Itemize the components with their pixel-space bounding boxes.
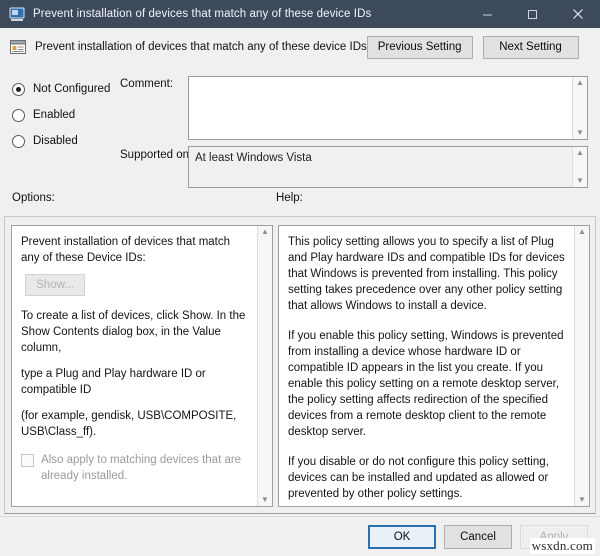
scroll-down-icon[interactable]: ▼: [576, 177, 584, 185]
scroll-up-icon[interactable]: ▲: [576, 79, 584, 87]
watermark: wsxdn.com: [529, 538, 595, 554]
also-apply-checkbox-row[interactable]: Also apply to matching devices that are …: [21, 452, 249, 484]
close-icon[interactable]: [555, 0, 600, 28]
options-panel-scrollbar[interactable]: ▲ ▼: [257, 226, 272, 506]
scroll-up-icon[interactable]: ▲: [576, 149, 584, 157]
options-panel-body: Prevent installation of devices that mat…: [12, 226, 257, 506]
options-instruction-1: To create a list of devices, click Show.…: [21, 310, 246, 354]
setting-header: Prevent installation of devices that mat…: [0, 28, 600, 66]
previous-setting-button[interactable]: Previous Setting: [366, 35, 473, 59]
supported-on-value: At least Windows Vista: [195, 152, 312, 164]
checkbox-indicator-icon: [21, 454, 34, 467]
scroll-down-icon[interactable]: ▼: [261, 496, 269, 504]
next-setting-button[interactable]: Next Setting: [482, 35, 579, 59]
options-heading: Prevent installation of devices that mat…: [21, 236, 231, 264]
help-panel-body[interactable]: This policy setting allows you to specif…: [279, 226, 574, 506]
maximize-icon[interactable]: [510, 0, 555, 28]
radio-indicator-icon: [12, 134, 25, 148]
panels-container: Prevent installation of devices that mat…: [4, 216, 596, 514]
radio-label-not-configured: Not Configured: [33, 83, 111, 95]
supported-on-scrollbar[interactable]: ▲ ▼: [572, 147, 587, 187]
ok-button[interactable]: OK: [368, 525, 436, 549]
comment-value[interactable]: [189, 77, 572, 139]
scroll-up-icon[interactable]: ▲: [578, 228, 586, 236]
supported-on-textbox: At least Windows Vista ▲ ▼: [188, 146, 588, 188]
radio-indicator-icon: [12, 82, 25, 96]
options-section-label: Options:: [12, 192, 55, 204]
help-paragraph-2: If you enable this policy setting, Windo…: [288, 330, 564, 438]
group-policy-setting-dialog: Prevent installation of devices that mat…: [0, 0, 600, 556]
setting-state-area: Not Configured Enabled Disabled Comment:…: [0, 66, 600, 206]
dialog-footer: OK Cancel Apply wsxdn.com: [0, 516, 600, 556]
help-paragraph-3: If you disable or do not configure this …: [288, 456, 549, 500]
minimize-icon[interactable]: [465, 0, 510, 28]
options-instruction-2: type a Plug and Play hardware ID or comp…: [21, 368, 206, 396]
help-panel-scrollbar[interactable]: ▲ ▼: [574, 226, 589, 506]
setting-title: Prevent installation of devices that mat…: [35, 41, 367, 53]
policy-window-icon: [9, 6, 25, 22]
help-panel: This policy setting allows you to specif…: [278, 225, 590, 507]
radio-label-enabled: Enabled: [33, 109, 76, 121]
supported-on-label: Supported on:: [120, 149, 193, 161]
policy-setting-icon: [9, 38, 27, 56]
comment-scrollbar[interactable]: ▲ ▼: [572, 77, 587, 139]
navigation-button-group: Previous Setting Next Setting: [366, 35, 579, 59]
scroll-down-icon[interactable]: ▼: [578, 496, 586, 504]
options-panel: Prevent installation of devices that mat…: [11, 225, 273, 507]
help-section-label: Help:: [276, 192, 303, 204]
comment-textbox[interactable]: ▲ ▼: [188, 76, 588, 140]
cancel-button[interactable]: Cancel: [444, 525, 512, 549]
show-button[interactable]: Show...: [25, 274, 85, 296]
help-paragraph-1: This policy setting allows you to specif…: [288, 234, 566, 314]
caption-button-group: [465, 0, 600, 28]
help-paragraph-1-text: This policy setting allows you to specif…: [288, 236, 565, 312]
scroll-up-icon[interactable]: ▲: [261, 228, 269, 236]
comment-label: Comment:: [120, 78, 174, 90]
radio-enabled[interactable]: Enabled: [12, 102, 162, 128]
window-title: Prevent installation of devices that mat…: [33, 8, 372, 20]
title-bar: Prevent installation of devices that mat…: [0, 0, 600, 28]
scroll-down-icon[interactable]: ▼: [576, 129, 584, 137]
radio-label-disabled: Disabled: [33, 135, 78, 147]
options-instruction-3: (for example, gendisk, USB\COMPOSITE, US…: [21, 410, 237, 438]
also-apply-checkbox-label: Also apply to matching devices that are …: [41, 454, 242, 482]
radio-indicator-icon: [12, 108, 25, 122]
